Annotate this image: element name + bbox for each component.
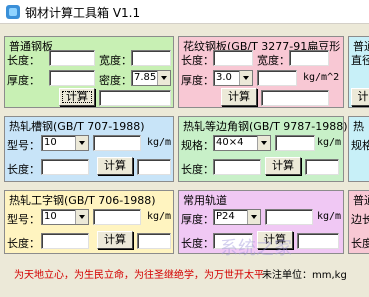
panel-angle: 热轧等边角钢(GB/T 9787-1988) 规格： 40×4 kg/m 长度：… — [178, 116, 348, 182]
chevron-down-icon[interactable] — [157, 71, 170, 85]
panel-checker-plate: 花纹钢板(GB/T 3277-91扁豆形 长度： 宽度： 厚度： 3.0 kg/… — [178, 36, 344, 108]
field-label: 边长 — [351, 213, 369, 226]
result-output — [297, 233, 339, 249]
unit-label: kg/m — [147, 211, 172, 222]
weight-output — [93, 209, 141, 225]
calc-button[interactable]: 计算 — [97, 231, 133, 249]
length-label: 长度： — [181, 54, 214, 67]
length-input[interactable] — [41, 233, 89, 249]
title-bar: 钢材计算工具箱 V1.1 — [0, 0, 369, 24]
panel-title: 热轧工字钢(GB/T 706-1988) — [9, 194, 156, 207]
thickness-label: 厚度： — [7, 74, 40, 87]
calc-button[interactable]: 计算 — [59, 88, 95, 106]
result-output — [137, 159, 171, 175]
panel-title: 热轧等边角钢(GB/T 9787-1988) — [183, 120, 348, 133]
panel-title: 热 — [353, 120, 364, 133]
density-value: 7.85 — [134, 72, 157, 83]
length-label: 长度： — [7, 237, 40, 250]
thickness-input[interactable] — [49, 70, 95, 86]
panel-partial-top: 普通 直径 计 — [348, 36, 369, 108]
width-label: 宽度： — [257, 54, 290, 67]
panel-plain-plate: 普通钢板 长度： 宽度： 厚度： 密度： 7.85 计算 — [4, 36, 174, 108]
density-label: 密度： — [99, 74, 132, 87]
app-icon — [6, 5, 20, 19]
spec-value: 40×4 — [216, 137, 244, 148]
weight-output — [265, 209, 313, 225]
result-output — [99, 90, 171, 106]
weight-output — [257, 70, 297, 86]
result-output — [305, 159, 339, 175]
panel-title: 常用轨道 — [183, 194, 227, 207]
panel-channel: 热轧槽钢(GB/T 707-1988) 型号： 10 kg/m 长度： 计算 — [4, 116, 174, 182]
calc-button[interactable]: 计算 — [221, 88, 257, 106]
model-select[interactable]: 10 — [41, 209, 89, 225]
unit-label: kg/m — [317, 211, 342, 222]
thickness-select[interactable]: P24 — [213, 209, 261, 225]
unit-label: kg/m^2 — [303, 72, 340, 83]
field-label: 规格 — [351, 139, 369, 152]
result-output — [137, 233, 171, 249]
length-label: 长度： — [7, 54, 40, 67]
unit-label: kg/m — [147, 137, 172, 148]
thickness-value: 3.0 — [216, 72, 232, 83]
length-label: 长度： — [7, 163, 40, 176]
chevron-down-icon[interactable] — [247, 210, 260, 224]
panel-partial-bot: 普通 边长 长度 — [348, 190, 369, 254]
length-input[interactable] — [213, 50, 253, 66]
chevron-down-icon[interactable] — [239, 71, 252, 85]
length-input[interactable] — [213, 159, 261, 175]
unit-label: kg/m — [317, 137, 342, 148]
field-label: 直径 — [351, 54, 369, 67]
chevron-down-icon[interactable] — [75, 136, 88, 150]
model-value: 10 — [44, 137, 57, 148]
weight-output — [93, 135, 141, 151]
weight-output — [275, 135, 315, 151]
length-input[interactable] — [41, 159, 89, 175]
thickness-select[interactable]: 3.0 — [213, 70, 253, 86]
thickness-label: 厚度： — [181, 213, 214, 226]
density-select[interactable]: 7.85 — [131, 70, 171, 86]
unit-note: 未注单位：mm,kg — [262, 270, 347, 281]
width-input[interactable] — [131, 50, 171, 66]
result-output — [261, 90, 329, 106]
width-label: 宽度： — [99, 54, 132, 67]
calc-button[interactable]: 计 — [351, 88, 369, 106]
chevron-down-icon[interactable] — [257, 136, 270, 150]
thickness-value: P24 — [216, 211, 235, 222]
calc-button[interactable]: 计算 — [265, 157, 301, 175]
watermark-text: 系统之家 — [220, 238, 292, 259]
slogan-text: 为天地立心，为生民立命，为往圣继绝学，为万世开太平 — [14, 270, 264, 281]
panel-partial-mid: 热 规格 — [348, 116, 369, 182]
model-select[interactable]: 10 — [41, 135, 89, 151]
status-bar: 为天地立心，为生民立命，为往圣继绝学，为万世开太平 未注单位：mm,kg — [0, 262, 369, 284]
thickness-label: 厚度： — [181, 74, 214, 87]
length-label: 长度： — [181, 237, 214, 250]
chevron-down-icon[interactable] — [75, 210, 88, 224]
length-label: 长度： — [181, 163, 214, 176]
model-label: 型号： — [7, 139, 40, 152]
field-label: 长度 — [351, 237, 369, 250]
panel-title: 热轧槽钢(GB/T 707-1988) — [9, 120, 145, 133]
calc-button[interactable]: 计算 — [97, 157, 133, 175]
model-label: 型号： — [7, 213, 40, 226]
spec-select[interactable]: 40×4 — [213, 135, 271, 151]
window-title: 钢材计算工具箱 V1.1 — [25, 6, 141, 20]
spec-label: 规格： — [181, 139, 214, 152]
width-input[interactable] — [289, 50, 329, 66]
panel-title: 普通 — [353, 194, 369, 207]
model-value: 10 — [44, 211, 57, 222]
length-input[interactable] — [49, 50, 95, 66]
panel-ibeam: 热轧工字钢(GB/T 706-1988) 型号： 10 kg/m 长度： 计算 — [4, 190, 174, 254]
